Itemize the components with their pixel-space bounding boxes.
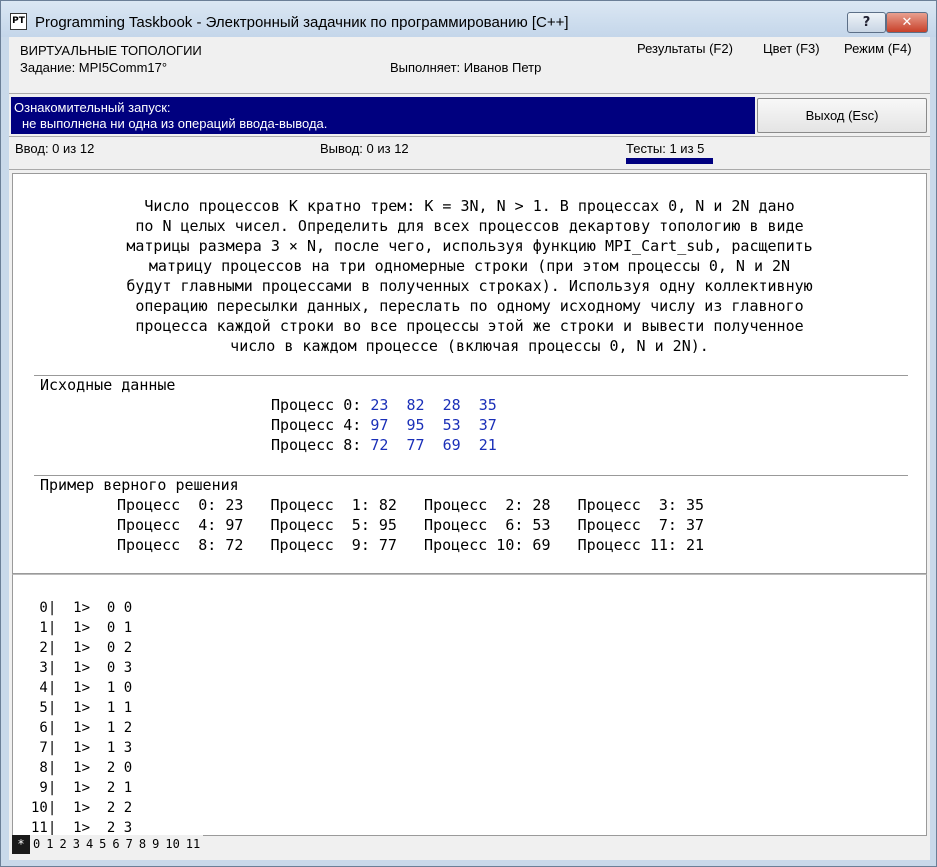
input-row-values: 23 82 28 35	[370, 396, 497, 414]
title-bar[interactable]: PT Programming Taskbook - Электронный за…	[1, 1, 936, 37]
output-line: 9| 1> 2 1	[31, 780, 133, 796]
input-row: Процесс 4: 97 95 53 37	[271, 416, 497, 434]
output-line: 4| 1> 1 0	[31, 680, 133, 696]
example-row: Процесс 0: 23 Процесс 1: 82 Процесс 2: 2…	[117, 496, 704, 514]
output-line: 1| 1> 0 1	[31, 620, 133, 636]
io-counters: Ввод: 0 из 12 Вывод: 0 из 12 Тесты: 1 из…	[9, 136, 930, 170]
output-line: 10| 1> 2 2	[31, 800, 133, 816]
output-panel[interactable]: 0| 1> 0 0 1| 1> 0 1 2| 1> 0 2 3| 1> 0 3 …	[12, 574, 927, 836]
output-counter: Вывод: 0 из 12	[320, 141, 409, 156]
process-tab[interactable]: 7	[123, 835, 136, 854]
tests-progress-bar	[626, 158, 713, 164]
output-line: 11| 1> 2 3	[31, 820, 133, 836]
input-row-label: Процесс 8:	[271, 436, 362, 454]
process-tab[interactable]: 11	[183, 835, 203, 854]
window-title: Programming Taskbook - Электронный задач…	[35, 14, 569, 31]
client-area: ВИРТУАЛЬНЫЕ ТОПОЛОГИИ Задание: MPI5Comm1…	[9, 37, 930, 860]
help-button[interactable]: ?	[847, 12, 886, 33]
description-line: будут главными процессами в полученных с…	[126, 277, 813, 295]
output-line: 5| 1> 1 1	[31, 700, 133, 716]
performer-label: Выполняет: Иванов Петр	[390, 60, 542, 75]
output-line: 8| 1> 2 0	[31, 760, 133, 776]
status-line-2: не выполнена ни одна из операций ввода-в…	[22, 116, 328, 131]
app-window: PT Programming Taskbook - Электронный за…	[0, 0, 937, 867]
topic-title: ВИРТУАЛЬНЫЕ ТОПОЛОГИИ	[20, 43, 202, 58]
input-row-label: Процесс 4:	[271, 416, 362, 434]
process-tab[interactable]: 3	[70, 835, 83, 854]
process-tabs: * 0 1 2 3 4 5 6 7 8 9 10 11	[12, 835, 204, 855]
description-line: процесса каждой строки во все процессы э…	[135, 317, 804, 335]
process-tab[interactable]: 1	[43, 835, 56, 854]
description-line: матрицу процессов на три одномерные стро…	[148, 257, 791, 275]
input-row-values: 97 95 53 37	[370, 416, 497, 434]
close-button[interactable]: ✕	[886, 12, 928, 33]
output-line: 2| 1> 0 2	[31, 640, 133, 656]
description-line: операцию пересылки данных, переслать по …	[135, 297, 804, 315]
process-tab[interactable]: 2	[56, 835, 69, 854]
description-line: матрицы размера 3 × N, после чего, испол…	[126, 237, 813, 255]
task-panel: Число процессов K кратно трем: K = 3N, N…	[12, 173, 927, 574]
input-row-label: Процесс 0:	[271, 396, 362, 414]
output-line: 6| 1> 1 2	[31, 720, 133, 736]
output-line: 7| 1> 1 3	[31, 740, 133, 756]
process-tab[interactable]: 0	[30, 835, 43, 854]
description-line: число в каждом процессе (включая процесс…	[230, 337, 709, 355]
status-message: Ознакомительный запуск: не выполнена ни …	[11, 97, 755, 134]
description-line: Число процессов K кратно трем: K = 3N, N…	[144, 197, 795, 215]
tests-counter: Тесты: 1 из 5	[626, 141, 705, 156]
description-line: по N целых чисел. Определить для всех пр…	[135, 217, 804, 235]
task-name: Задание: MPI5Comm17°	[20, 60, 168, 75]
exit-button[interactable]: Выход (Esc)	[757, 98, 927, 133]
input-row: Процесс 8: 72 77 69 21	[271, 436, 497, 454]
example-row: Процесс 8: 72 Процесс 9: 77 Процесс 10: …	[117, 536, 704, 554]
task-description: Число процессов K кратно трем: K = 3N, N…	[13, 196, 926, 356]
process-tab[interactable]: 5	[96, 835, 109, 854]
process-tab[interactable]: 8	[136, 835, 149, 854]
input-section-title: Исходные данные	[40, 376, 176, 394]
task-header: ВИРТУАЛЬНЫЕ ТОПОЛОГИИ Задание: MPI5Comm1…	[9, 37, 930, 94]
process-tab-all[interactable]: *	[12, 835, 30, 854]
output-line: 0| 1> 0 0	[31, 600, 133, 616]
example-row: Процесс 4: 97 Процесс 5: 95 Процесс 6: 5…	[117, 516, 704, 534]
input-row-values: 72 77 69 21	[370, 436, 497, 454]
status-line-1: Ознакомительный запуск:	[14, 100, 171, 115]
results-menu[interactable]: Результаты (F2)	[637, 41, 733, 56]
process-tab[interactable]: 10	[162, 835, 182, 854]
process-tab[interactable]: 4	[83, 835, 96, 854]
input-counter: Ввод: 0 из 12	[15, 141, 95, 156]
process-tab[interactable]: 9	[149, 835, 162, 854]
mode-menu[interactable]: Режим (F4)	[844, 41, 912, 56]
output-line: 3| 1> 0 3	[31, 660, 133, 676]
example-section-title: Пример верного решения	[40, 476, 239, 494]
process-tab[interactable]: 6	[109, 835, 122, 854]
app-icon: PT	[10, 13, 27, 30]
color-menu[interactable]: Цвет (F3)	[763, 41, 820, 56]
input-row: Процесс 0: 23 82 28 35	[271, 396, 497, 414]
